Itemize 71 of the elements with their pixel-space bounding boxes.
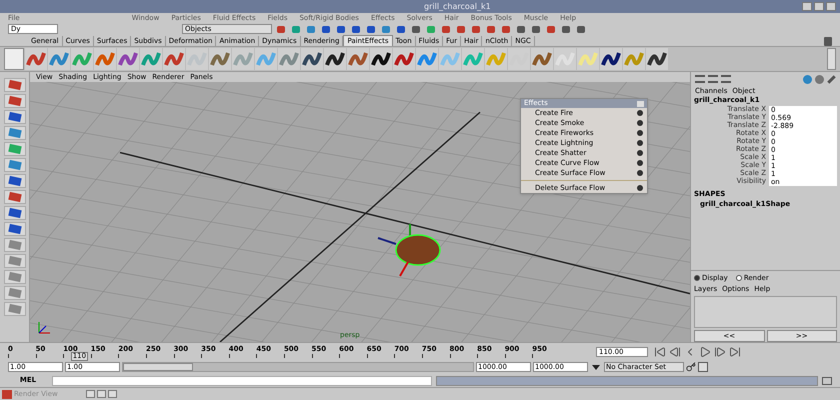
close-icon[interactable] — [637, 100, 644, 106]
tool-icon[interactable] — [4, 94, 26, 108]
status-line-icon[interactable] — [544, 24, 557, 34]
script-editor-icon[interactable] — [822, 376, 832, 384]
status-line-icon[interactable] — [439, 24, 452, 34]
status-line-icon[interactable] — [559, 24, 572, 34]
status-line-icon[interactable] — [454, 24, 467, 34]
brush-preset-icon[interactable] — [646, 48, 668, 70]
tool-icon[interactable] — [4, 126, 26, 140]
status-line-icon[interactable] — [499, 24, 512, 34]
option-box-icon[interactable] — [637, 170, 643, 176]
status-line-icon[interactable] — [484, 24, 497, 34]
shelf-menu-icon[interactable] — [4, 48, 24, 70]
tool-icon[interactable] — [4, 302, 26, 316]
option-box-icon[interactable] — [637, 185, 643, 191]
preferences-icon[interactable] — [698, 362, 708, 372]
brush-preset-icon[interactable] — [324, 48, 346, 70]
playback-icon[interactable] — [699, 346, 711, 358]
range-slider-handle[interactable] — [123, 363, 193, 371]
axis-indicator-icon — [36, 320, 52, 336]
key-icon[interactable] — [686, 362, 696, 372]
tool-icon[interactable] — [4, 238, 26, 252]
close-icon[interactable] — [826, 2, 836, 11]
tool-icon[interactable] — [4, 206, 26, 220]
maximize-icon[interactable] — [97, 390, 106, 398]
close-icon[interactable] — [108, 390, 117, 398]
status-line-icon[interactable] — [514, 24, 527, 34]
status-line-icon[interactable] — [289, 24, 302, 34]
tool-icon[interactable] — [4, 286, 26, 300]
radio-button[interactable] — [736, 275, 742, 282]
status-line-icon[interactable] — [379, 24, 392, 34]
command-input[interactable] — [52, 376, 432, 386]
maya-logo-icon — [2, 390, 12, 398]
tool-icon[interactable] — [4, 158, 26, 172]
status-line-icon[interactable] — [364, 24, 377, 34]
option-box-icon[interactable] — [637, 160, 643, 166]
status-line-icon[interactable] — [349, 24, 362, 34]
status-line-icon[interactable] — [394, 24, 407, 34]
radio-button[interactable] — [694, 275, 700, 282]
tool-icon[interactable] — [4, 110, 26, 124]
brush-preset-icon[interactable] — [600, 48, 622, 70]
minimize-icon[interactable] — [802, 2, 812, 11]
status-line-icon[interactable] — [409, 24, 422, 34]
playback-icon[interactable] — [654, 346, 666, 358]
shelf-scroll-icon[interactable] — [827, 48, 836, 70]
option-box-icon[interactable] — [637, 120, 643, 126]
option-box-icon[interactable] — [637, 140, 643, 146]
status-line-icon[interactable] — [304, 24, 317, 34]
option-box-icon[interactable] — [637, 110, 643, 116]
status-line-icon[interactable] — [529, 24, 542, 34]
option-box-icon[interactable] — [637, 130, 643, 136]
window-title: grill_charcoal_k1 — [424, 0, 491, 12]
restore-icon[interactable] — [86, 390, 95, 398]
tool-icon[interactable] — [4, 190, 26, 204]
status-line-icon[interactable] — [574, 24, 587, 34]
playback-icon[interactable] — [729, 346, 741, 358]
brush-preset-icon[interactable] — [370, 48, 392, 70]
status-line-icon[interactable] — [469, 24, 482, 34]
tool-icon[interactable] — [4, 78, 26, 92]
status-line-icon[interactable] — [334, 24, 347, 34]
option-box-icon[interactable] — [637, 150, 643, 156]
tool-icon[interactable] — [4, 174, 26, 188]
status-line-icon[interactable] — [319, 24, 332, 34]
playback-icon[interactable] — [669, 346, 681, 358]
tool-icon[interactable] — [4, 254, 26, 268]
status-line-icon[interactable] — [274, 24, 287, 34]
brush-preset-icon[interactable] — [301, 48, 323, 70]
tool-icon[interactable] — [4, 222, 26, 236]
playback-icon[interactable] — [714, 346, 726, 358]
maximize-icon[interactable] — [814, 2, 824, 11]
tool-icon[interactable] — [4, 270, 26, 284]
